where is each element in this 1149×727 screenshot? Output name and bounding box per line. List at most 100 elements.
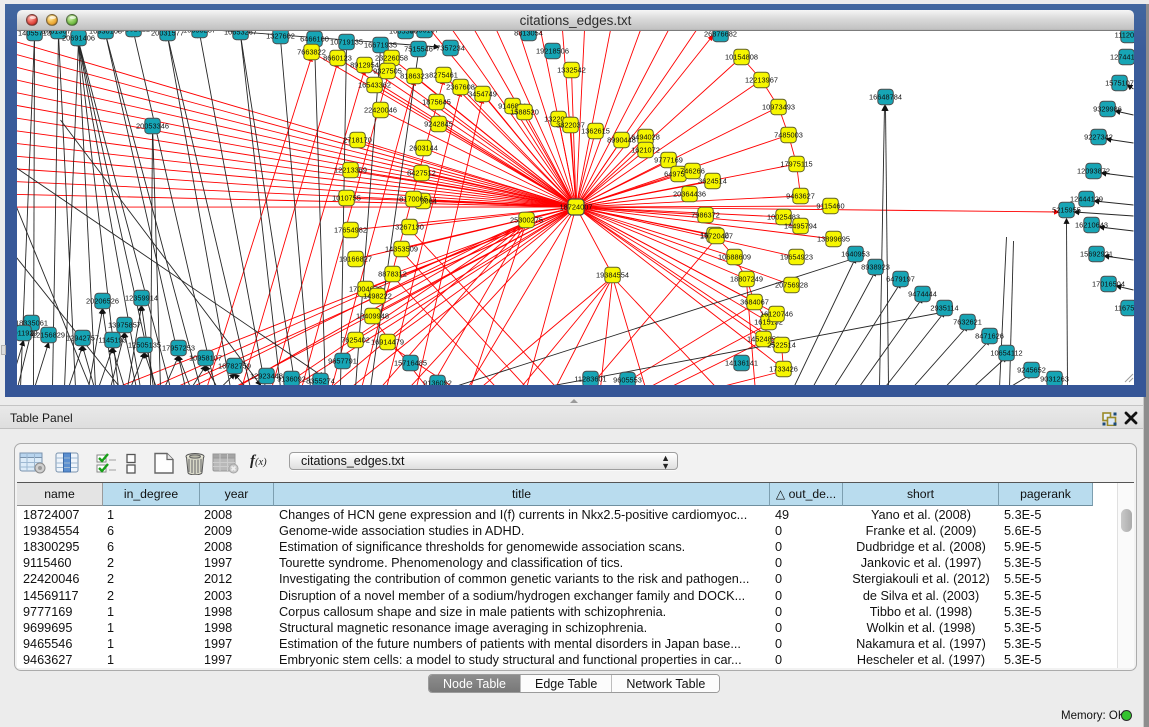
svg-text:19166827: 19166827: [339, 254, 372, 263]
svg-text:1145193: 1145193: [98, 335, 126, 344]
svg-text:1112065: 1112065: [1115, 31, 1134, 39]
svg-text:7515546: 7515546: [404, 44, 433, 53]
svg-text:12359914: 12359914: [125, 293, 158, 302]
svg-text:16653287: 16653287: [183, 31, 216, 34]
svg-text:20756928: 20756928: [775, 280, 808, 289]
svg-text:3624514: 3624514: [698, 176, 727, 185]
svg-text:8427512: 8427512: [407, 168, 436, 177]
svg-text:9356107: 9356107: [410, 31, 439, 34]
svg-text:10154808: 10154808: [725, 52, 758, 61]
svg-text:8186323: 8186323: [400, 71, 429, 80]
svg-text:8275461: 8275461: [429, 70, 458, 79]
svg-text:9242845: 9242845: [424, 119, 453, 128]
svg-text:14353509: 14353509: [385, 244, 418, 253]
svg-text:1362615: 1362615: [581, 126, 610, 135]
svg-text:10654112: 10654112: [990, 348, 1022, 357]
svg-text:7986372: 7986372: [691, 210, 720, 219]
svg-text:9136092: 9136092: [423, 378, 452, 385]
svg-text:9329986: 9329986: [1093, 104, 1122, 113]
svg-text:15716485: 15716485: [394, 358, 427, 367]
svg-text:1875645: 1875645: [422, 97, 451, 106]
svg-text:8660123: 8660123: [323, 53, 352, 62]
svg-text:12444129: 12444129: [1070, 194, 1103, 203]
svg-text:12942757: 12942757: [66, 333, 99, 342]
svg-text:16543362: 16543362: [358, 80, 391, 89]
svg-text:19654923: 19654923: [780, 252, 813, 261]
svg-text:23226058: 23226058: [375, 53, 408, 62]
svg-text:13899695: 13899695: [817, 234, 850, 243]
svg-text:22420046: 22420046: [364, 105, 397, 114]
svg-text:3454749: 3454749: [468, 89, 497, 98]
svg-text:16120746: 16120746: [760, 309, 793, 318]
svg-text:19218506: 19218506: [536, 46, 569, 55]
svg-text:6466160: 6466160: [300, 34, 329, 43]
svg-text:6494028: 6494028: [631, 132, 660, 141]
svg-text:9327505: 9327505: [373, 66, 402, 75]
svg-text:9115460: 9115460: [816, 201, 844, 210]
svg-text:19409948: 19409948: [356, 311, 389, 320]
svg-text:20206526: 20206526: [86, 296, 119, 305]
svg-text:8813054: 8813054: [514, 31, 543, 37]
svg-text:1010755: 1010755: [332, 193, 361, 202]
svg-text:9245652: 9245652: [1017, 365, 1046, 374]
svg-text:7485003: 7485003: [774, 130, 803, 139]
svg-text:17016504: 17016504: [1092, 279, 1125, 288]
svg-text:19861022: 19861022: [117, 31, 150, 33]
svg-text:12505135: 12505135: [128, 340, 161, 349]
svg-text:17654982: 17654982: [334, 225, 367, 234]
svg-text:20364436: 20364436: [673, 189, 706, 198]
svg-text:1621072: 1621072: [631, 145, 660, 154]
svg-text:16914479: 16914479: [371, 337, 404, 346]
svg-text:6479197: 6479197: [886, 274, 915, 283]
svg-text:20031577: 20031577: [151, 31, 184, 37]
svg-text:10653267: 10653267: [224, 31, 257, 36]
svg-text:15720407: 15720407: [700, 231, 733, 240]
svg-text:1498222: 1498222: [363, 291, 392, 300]
svg-text:12213967: 12213967: [745, 75, 778, 84]
svg-text:25300275: 25300275: [510, 215, 543, 224]
svg-text:18807249: 18807249: [730, 274, 763, 283]
svg-text:16782759: 16782759: [218, 361, 251, 370]
svg-text:2522514: 2522514: [767, 340, 796, 349]
svg-text:1588520: 1588520: [510, 107, 539, 116]
svg-text:15692921: 15692921: [1080, 249, 1113, 258]
svg-text:2603144: 2603144: [409, 143, 438, 152]
svg-text:1167537: 1167537: [1114, 303, 1134, 312]
svg-text:12744129: 12744129: [1110, 52, 1134, 61]
svg-text:17957253: 17957253: [162, 343, 195, 352]
svg-text:9777169: 9777169: [654, 155, 683, 164]
svg-text:11283601: 11283601: [574, 374, 606, 383]
svg-text:3684067: 3684067: [740, 297, 769, 306]
svg-text:9605553: 9605553: [613, 375, 642, 384]
svg-text:746266: 746266: [680, 166, 705, 175]
svg-text:12213369: 12213369: [334, 165, 367, 174]
svg-text:10973493: 10973493: [762, 102, 795, 111]
svg-text:14136141: 14136141: [725, 358, 758, 367]
svg-text:12093872: 12093872: [1077, 166, 1110, 175]
svg-text:8170065: 8170065: [399, 194, 428, 203]
svg-text:8878312: 8878312: [378, 269, 407, 278]
svg-text:10719135: 10719135: [330, 37, 363, 46]
svg-text:8938923: 8938923: [861, 262, 890, 271]
svg-text:19384554: 19384554: [596, 270, 629, 279]
svg-text:1332542: 1332542: [557, 65, 586, 74]
svg-text:7357234: 7357234: [436, 43, 465, 52]
svg-text:1640953: 1640953: [841, 249, 870, 258]
svg-text:2718170: 2718170: [343, 135, 372, 144]
svg-text:14495794: 14495794: [784, 221, 817, 230]
svg-text:9136092: 9136092: [277, 374, 306, 383]
svg-text:17975115: 17975115: [780, 159, 812, 168]
svg-text:1575107: 1575107: [1105, 78, 1134, 87]
svg-text:3267130: 3267130: [395, 222, 424, 231]
svg-text:10688609: 10688609: [718, 252, 751, 261]
svg-text:9031263: 9031263: [1040, 374, 1069, 383]
svg-text:1733426: 1733426: [769, 364, 798, 373]
svg-text:8471626: 8471626: [975, 331, 1004, 340]
svg-text:13975857: 13975857: [108, 320, 141, 329]
svg-text:10958107: 10958107: [189, 353, 222, 362]
svg-text:26876682: 26876682: [704, 31, 737, 38]
svg-text:8355274: 8355274: [306, 376, 335, 385]
svg-text:16671935: 16671935: [364, 40, 397, 49]
svg-text:5215955: 5215955: [1052, 205, 1081, 214]
svg-text:7632621: 7632621: [953, 317, 982, 326]
